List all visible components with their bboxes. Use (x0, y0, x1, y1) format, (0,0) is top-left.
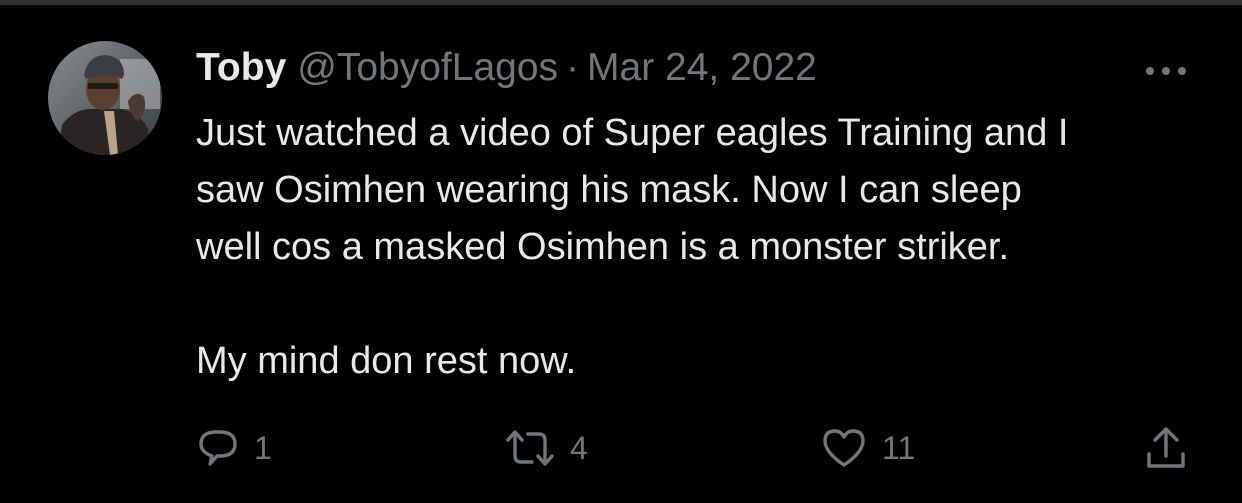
display-name[interactable]: Toby (196, 45, 286, 91)
tweet-text-line: My mind don rest now. (196, 340, 577, 382)
reply-icon (199, 430, 237, 466)
tweet-text-line: well cos a masked Osimhen is a monster s… (196, 226, 1010, 268)
avatar-photo (48, 41, 162, 155)
like-button[interactable]: 11 (820, 423, 915, 473)
share-button[interactable] (1142, 423, 1190, 473)
tweet[interactable]: Toby @TobyofLagos · Mar 24, 2022 Just wa… (0, 5, 1242, 503)
retweet-count: 4 (570, 430, 588, 466)
retweet-icon (506, 430, 554, 466)
retweet-button[interactable]: 4 (504, 423, 588, 473)
tweet-actions: 1 4 11 (0, 423, 1242, 473)
tweet-header: Toby @TobyofLagos · Mar 24, 2022 (196, 45, 817, 91)
avatar[interactable] (48, 41, 162, 155)
tweet-date[interactable]: Mar 24, 2022 (587, 45, 817, 91)
user-handle[interactable]: @TobyofLagos (297, 45, 558, 91)
header-separator: · (566, 46, 580, 89)
more-horizontal-icon (1146, 67, 1186, 75)
like-count: 11 (882, 430, 916, 466)
share-icon (1147, 427, 1185, 468)
reply-count: 1 (254, 430, 272, 466)
tweet-text-line: Just watched a video of Super eagles Tra… (196, 112, 1069, 154)
tweet-text-line: saw Osimhen wearing his mask. Now I can … (196, 169, 1022, 211)
tweet-text-blank-line (196, 276, 1206, 333)
reply-button[interactable]: 1 (196, 423, 272, 473)
heart-icon (823, 429, 865, 467)
tweet-text: Just watched a video of Super eagles Tra… (196, 105, 1206, 390)
more-options-button[interactable] (1136, 51, 1196, 91)
